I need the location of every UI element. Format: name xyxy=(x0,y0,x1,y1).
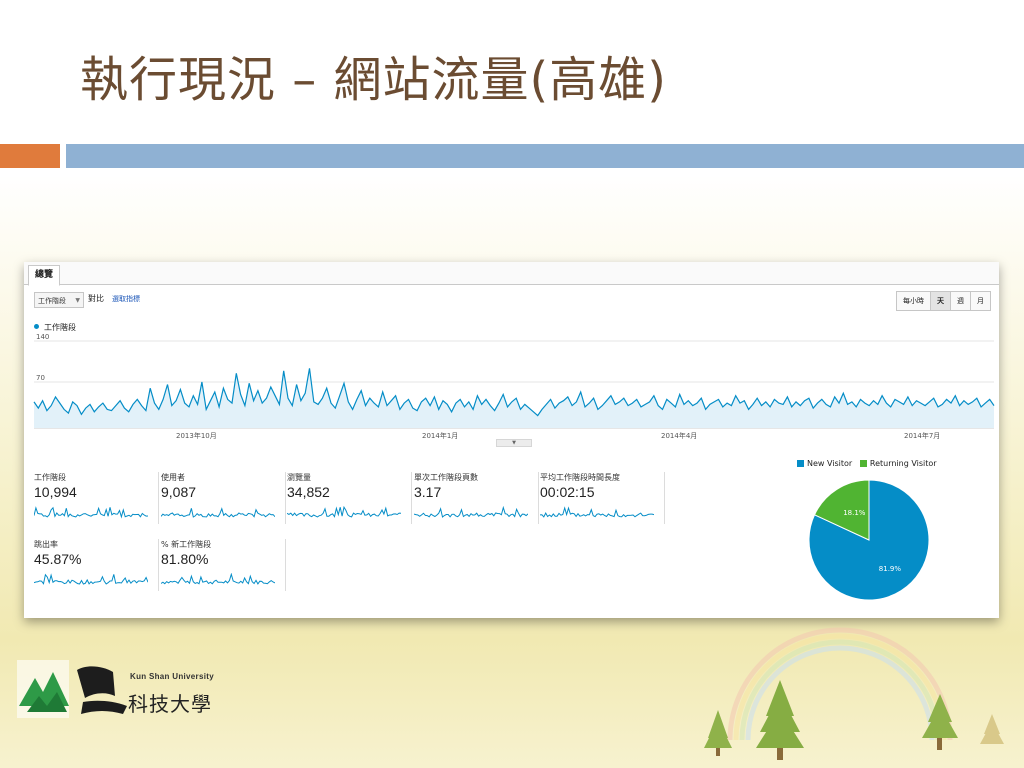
accent-bar-blue xyxy=(66,144,1024,168)
metric-label: 工作階段 xyxy=(34,473,66,482)
tab-row: 總覽 xyxy=(24,262,999,286)
accent-bar-orange xyxy=(0,144,60,168)
metric-value: 45.87% xyxy=(34,551,82,567)
metric-sparkline xyxy=(161,507,275,518)
series-legend-label: 工作階段 xyxy=(44,323,76,332)
legend-swatch-new xyxy=(797,460,804,467)
metric-sparkline xyxy=(540,506,654,518)
tree-trunk xyxy=(716,748,720,756)
tree-trunk xyxy=(777,748,783,760)
x-tick-label: 2014年7月 xyxy=(904,431,940,440)
metric-label: % 新工作階段 xyxy=(161,540,212,549)
metric-label: 瀏覽量 xyxy=(287,473,311,482)
x-tick-label: 2014年1月 xyxy=(422,431,458,440)
x-tick-label: 2014年4月 xyxy=(661,431,697,440)
metric-card-pages-per-session: 單次工作階段頁數 3.17 xyxy=(414,472,539,524)
metric-sparkline xyxy=(34,506,148,519)
university-name-en: Kun Shan University xyxy=(130,672,214,681)
decorative-landscape xyxy=(704,627,1004,760)
legend-swatch-returning xyxy=(859,460,867,467)
visitor-type-pie-chart: 81.9% 18.1% xyxy=(808,479,930,601)
series-dot-icon xyxy=(34,324,39,329)
metric-card-users: 使用者 9,087 xyxy=(161,472,286,524)
metric-label: 跳出率 xyxy=(34,540,58,549)
compare-label: 對比 xyxy=(88,294,104,303)
chart-collapse-handle[interactable]: ▼ xyxy=(496,439,532,447)
y-tick-label: 70 xyxy=(36,374,45,382)
metric-label: 平均工作階段時間長度 xyxy=(540,473,620,482)
select-metric-link[interactable]: 選取指標 xyxy=(112,294,140,304)
metric-card-pageviews: 瀏覽量 34,852 xyxy=(287,472,412,524)
period-toggle-group: 每小時 天 週 月 xyxy=(896,291,991,311)
x-tick-label: 2013年10月 xyxy=(176,431,217,440)
pie-label-returning-visitor: 18.1% xyxy=(843,509,866,517)
series-area xyxy=(34,368,994,428)
metric-card-avg-session-duration: 平均工作階段時間長度 00:02:15 xyxy=(540,472,665,524)
metric-value: 81.80% xyxy=(161,551,209,567)
slide-title: 執行現況 – 網站流量(高雄) xyxy=(80,52,667,108)
metric-sparkline xyxy=(287,506,401,518)
chevron-down-icon: ▼ xyxy=(75,297,80,304)
legend-label-returning: Returning Visitor xyxy=(869,459,937,468)
tree-icon xyxy=(704,710,732,748)
metric-value: 9,087 xyxy=(161,484,197,500)
metric-value: 34,852 xyxy=(287,484,330,500)
pie-legend: New Visitor Returning Visitor xyxy=(797,459,937,468)
metric-card-bounce-rate: 跳出率 45.87% xyxy=(34,539,159,591)
metric-value: 00:02:15 xyxy=(540,484,595,500)
period-day-button[interactable]: 天 xyxy=(931,292,951,310)
legend-label-new: New Visitor xyxy=(807,459,853,468)
metric-select-value: 工作階段 xyxy=(38,297,66,305)
logo-brush-glyph xyxy=(81,700,127,714)
metric-sparkline xyxy=(34,573,148,585)
tab-overview[interactable]: 總覽 xyxy=(28,265,61,286)
metric-card-sessions: 工作階段 10,994 xyxy=(34,472,159,524)
metric-select[interactable]: 工作階段 ▼ xyxy=(34,292,84,308)
period-hourly-button[interactable]: 每小時 xyxy=(897,292,931,310)
university-name-zh: 科技大學 xyxy=(128,692,212,716)
pie-label-new-visitor: 81.9% xyxy=(879,565,902,573)
metric-label: 單次工作階段頁數 xyxy=(414,473,478,482)
tree-trunk xyxy=(937,738,942,750)
sessions-line-chart: 140 70 2013年10月 2014年1月 2014年4月 2014年7月 xyxy=(33,333,995,440)
analytics-dashboard-screenshot: 總覽 工作階段 ▼ 對比 選取指標 每小時 天 週 月 工作階段 140 70 … xyxy=(24,262,999,618)
tree-icon xyxy=(980,714,1004,744)
metric-label: 使用者 xyxy=(161,473,185,482)
period-week-button[interactable]: 週 xyxy=(951,292,971,310)
period-month-button[interactable]: 月 xyxy=(971,292,990,310)
metric-value: 10,994 xyxy=(34,484,77,500)
metric-sparkline xyxy=(414,506,528,518)
metric-value: 3.17 xyxy=(414,484,442,500)
metric-sparkline xyxy=(161,573,275,585)
metric-card-new-sessions: % 新工作階段 81.80% xyxy=(161,539,286,591)
y-tick-label: 140 xyxy=(36,333,49,341)
logo-brush-glyph xyxy=(77,666,115,698)
